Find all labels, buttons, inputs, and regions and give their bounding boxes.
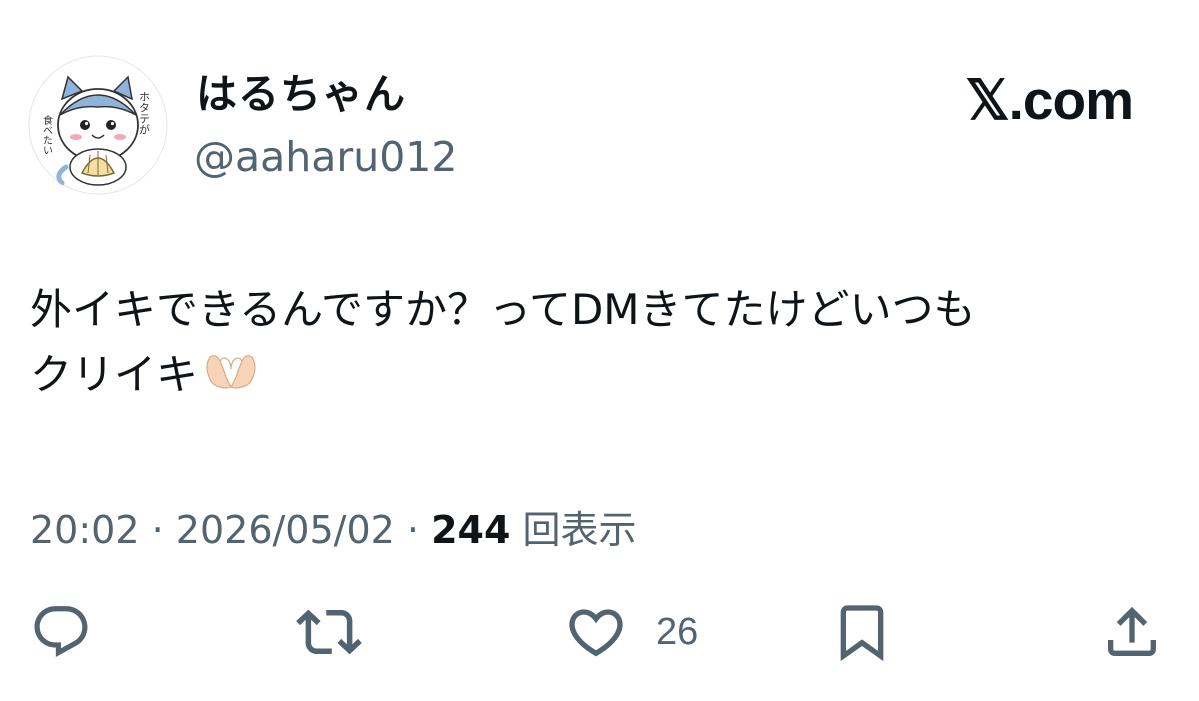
views-count: 244 bbox=[431, 508, 511, 552]
repost-button[interactable] bbox=[296, 595, 390, 669]
meta-separator-1: · bbox=[151, 508, 164, 552]
share-button[interactable] bbox=[1100, 595, 1164, 669]
avatar-text-side: 食べたい bbox=[41, 114, 53, 155]
bookmark-button[interactable] bbox=[830, 595, 922, 669]
heart-hands-emoji-icon bbox=[202, 346, 260, 411]
user-handle[interactable]: @aaharu012 bbox=[194, 130, 457, 184]
action-bar: 26 bbox=[0, 595, 1199, 675]
views-label: 回表示 bbox=[522, 508, 637, 552]
display-name[interactable]: はるちゃん bbox=[196, 66, 406, 122]
repost-icon bbox=[296, 609, 362, 655]
tweet-date[interactable]: 2026/05/02 bbox=[176, 508, 395, 552]
tweet-time[interactable]: 20:02 bbox=[30, 508, 140, 552]
tweet-text-line-1: 外イキできるんですか？ってDMきてたけどいつも bbox=[30, 285, 976, 334]
like-button[interactable]: 26 bbox=[564, 595, 698, 669]
tweet-text-line-2-text: クリイキ bbox=[30, 350, 199, 399]
reply-button[interactable] bbox=[30, 595, 120, 669]
tweet-meta: 20:02 · 2026/05/02 · 244 回表示 bbox=[30, 503, 637, 557]
avatar[interactable]: ホタテが 食べたい bbox=[28, 55, 168, 195]
heart-icon bbox=[569, 609, 623, 657]
reply-icon bbox=[34, 606, 88, 658]
meta-separator-2: · bbox=[406, 508, 420, 552]
tweet-card: ホタテが 食べたい はるちゃん @aaharu012 𝕏.com 外イキできるん… bbox=[0, 0, 1199, 701]
x-logo-text: 𝕏.com bbox=[965, 69, 1134, 131]
avatar-illustration: ホタテが 食べたい bbox=[28, 55, 168, 195]
share-icon bbox=[1108, 606, 1156, 656]
avatar-text-top: ホタテが bbox=[138, 91, 151, 135]
bookmark-icon bbox=[840, 605, 884, 662]
like-count: 26 bbox=[656, 610, 699, 653]
tweet-text-line-2: クリイキ bbox=[30, 342, 1170, 411]
tweet-text: 外イキできるんですか？ってDMきてたけどいつも クリイキ bbox=[30, 277, 1170, 411]
